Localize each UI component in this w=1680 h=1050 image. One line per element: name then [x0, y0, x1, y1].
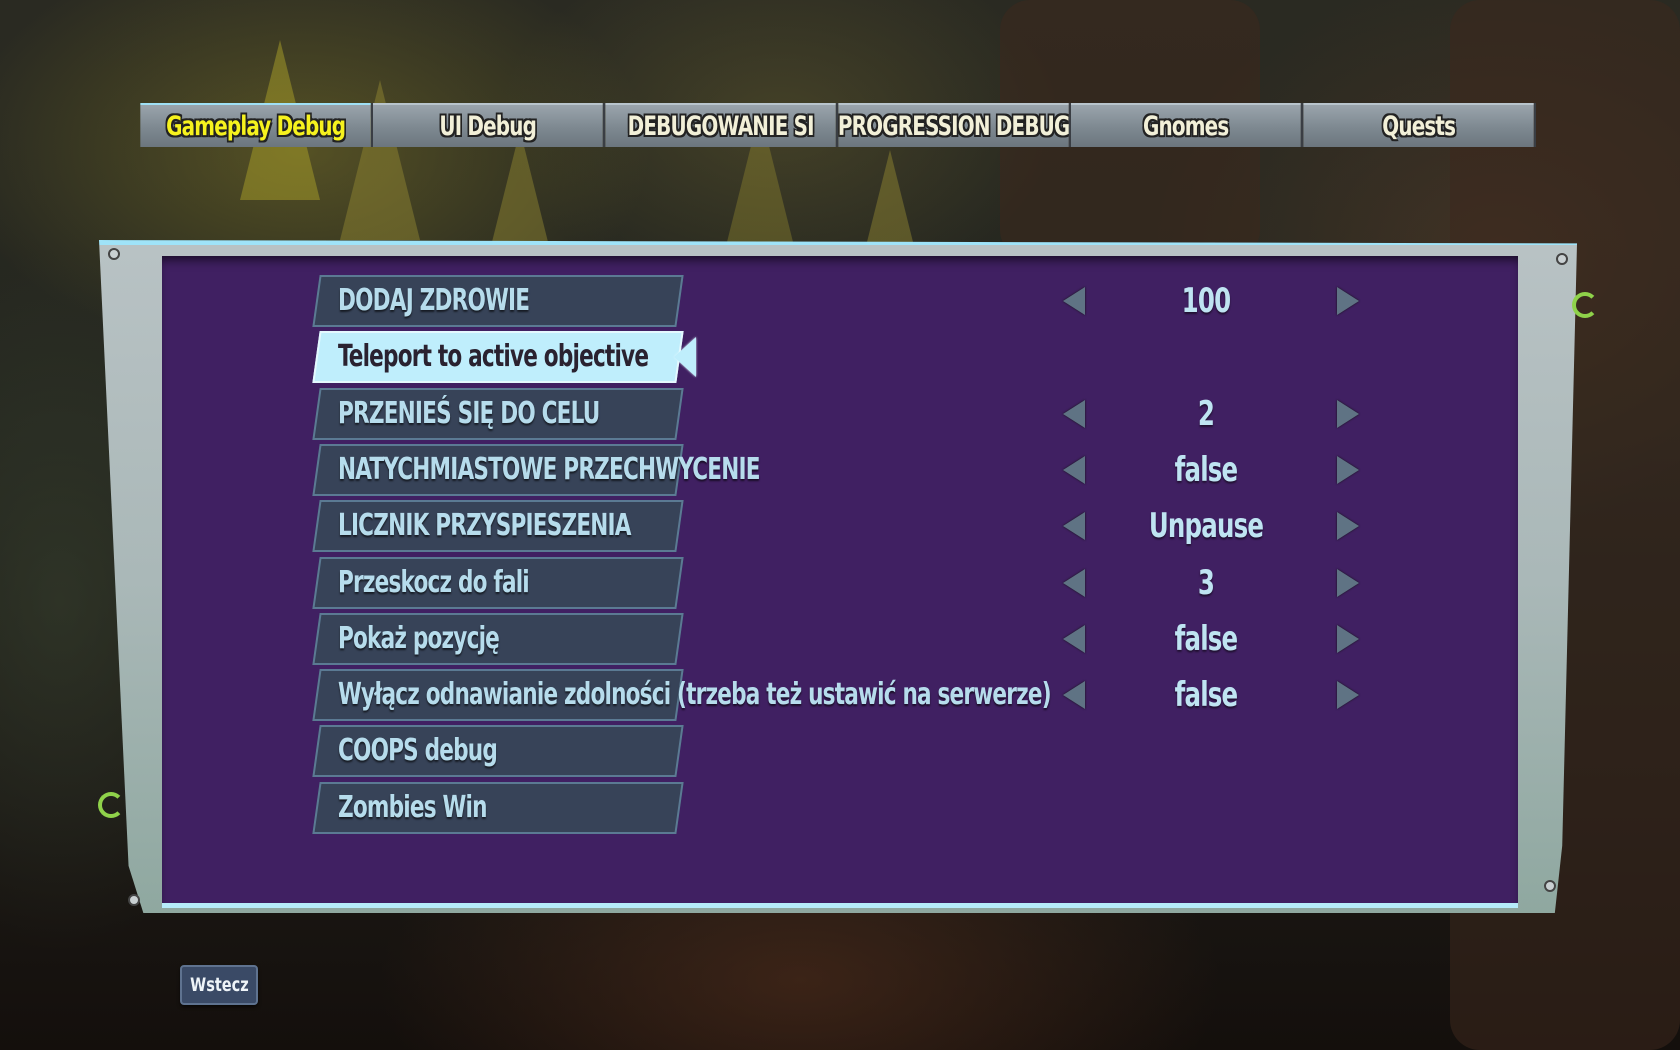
debug-option-row: Wyłącz odnawianie zdolności (trzeba też …	[316, 669, 1416, 721]
debug-option-label: COOPS debug	[338, 733, 498, 768]
increment-arrow-icon[interactable]	[1337, 512, 1359, 540]
debug-option-label: NATYCHMIASTOWE PRZECHWYCENIE	[338, 452, 761, 487]
debug-option-value: false	[1174, 450, 1238, 490]
debug-option-value: 2	[1197, 394, 1215, 434]
debug-option-label: Teleport to active objective	[338, 339, 649, 374]
tab-label: Gnomes	[1070, 103, 1302, 147]
debug-option-row: Zombies Win	[316, 782, 1416, 834]
debug-option-label: PRZENIEŚ SIĘ DO CELU	[338, 396, 600, 431]
debug-option-row: DODAJ ZDROWIE 100	[316, 275, 1416, 327]
debug-tab-bar: Gameplay Debug UI Debug DEBUGOWANIE SI PROG…	[140, 103, 1537, 147]
debug-option-value: false	[1174, 675, 1238, 715]
tab-label: PROGRESSION DEBUG	[838, 103, 1069, 147]
tab-ui-debug[interactable]: UI Debug	[372, 103, 606, 147]
decrement-arrow-icon[interactable]	[1063, 512, 1085, 540]
tab-gnomes[interactable]: Gnomes	[1070, 103, 1304, 147]
decrement-arrow-icon[interactable]	[1063, 569, 1085, 597]
decrement-arrow-icon[interactable]	[1063, 625, 1085, 653]
decrement-arrow-icon[interactable]	[1063, 456, 1085, 484]
debug-option-row: Teleport to active objective	[316, 331, 1416, 383]
debug-option-row: NATYCHMIASTOWE PRZECHWYCENIE false	[316, 444, 1416, 496]
back-button-label: Wstecz	[189, 974, 249, 996]
debug-option-row: Przeskocz do fali 3	[316, 557, 1416, 609]
decrement-arrow-icon[interactable]	[1063, 681, 1085, 709]
selection-pointer-icon	[674, 337, 696, 377]
increment-arrow-icon[interactable]	[1337, 400, 1359, 428]
debug-option-label: Zombies Win	[338, 790, 487, 825]
increment-arrow-icon[interactable]	[1337, 456, 1359, 484]
debug-option-label: Wyłącz odnawianie zdolności (trzeba też …	[338, 677, 1052, 712]
increment-arrow-icon[interactable]	[1337, 287, 1359, 315]
bolt-icon	[108, 248, 120, 260]
increment-arrow-icon[interactable]	[1337, 569, 1359, 597]
increment-arrow-icon[interactable]	[1337, 681, 1359, 709]
debug-option-value: Unpause	[1148, 506, 1264, 546]
tab-label: Gameplay Debug	[140, 103, 371, 147]
bolt-icon	[128, 894, 140, 906]
decrement-arrow-icon[interactable]	[1063, 400, 1085, 428]
debug-option-value: 3	[1197, 563, 1215, 603]
debug-option-label: DODAJ ZDROWIE	[338, 283, 530, 318]
debug-option-row: COOPS debug	[316, 725, 1416, 777]
tab-label: DEBUGOWANIE SI	[605, 103, 837, 147]
debug-option-label: Przeskocz do fali	[338, 565, 530, 600]
debug-option-value: 100	[1181, 281, 1231, 321]
vine-decor-icon	[98, 792, 124, 818]
debug-option-label: Pokaż pozycję	[338, 621, 500, 656]
tab-quests[interactable]: Quests	[1303, 103, 1537, 147]
debug-option-label: LICZNIK PRZYSPIESZENIA	[338, 508, 631, 543]
bolt-icon	[1544, 880, 1556, 892]
tab-label: Quests	[1303, 103, 1535, 147]
tab-gameplay-debug[interactable]: Gameplay Debug	[140, 103, 373, 147]
debug-option-value: false	[1174, 619, 1238, 659]
debug-option-row: PRZENIEŚ SIĘ DO CELU 2	[316, 388, 1416, 440]
back-button[interactable]: Wstecz	[180, 965, 258, 1005]
tab-progression-debug[interactable]: PROGRESSION DEBUG	[838, 103, 1071, 147]
tab-label: UI Debug	[372, 103, 604, 147]
decrement-arrow-icon[interactable]	[1063, 287, 1085, 315]
debug-option-row: LICZNIK PRZYSPIESZENIA Unpause	[316, 500, 1416, 552]
tab-debugowanie-si[interactable]: DEBUGOWANIE SI	[605, 103, 839, 147]
debug-option-row: Pokaż pozycję false	[316, 613, 1416, 665]
increment-arrow-icon[interactable]	[1337, 625, 1359, 653]
bolt-icon	[1556, 253, 1568, 265]
vine-decor-icon	[1572, 292, 1598, 318]
